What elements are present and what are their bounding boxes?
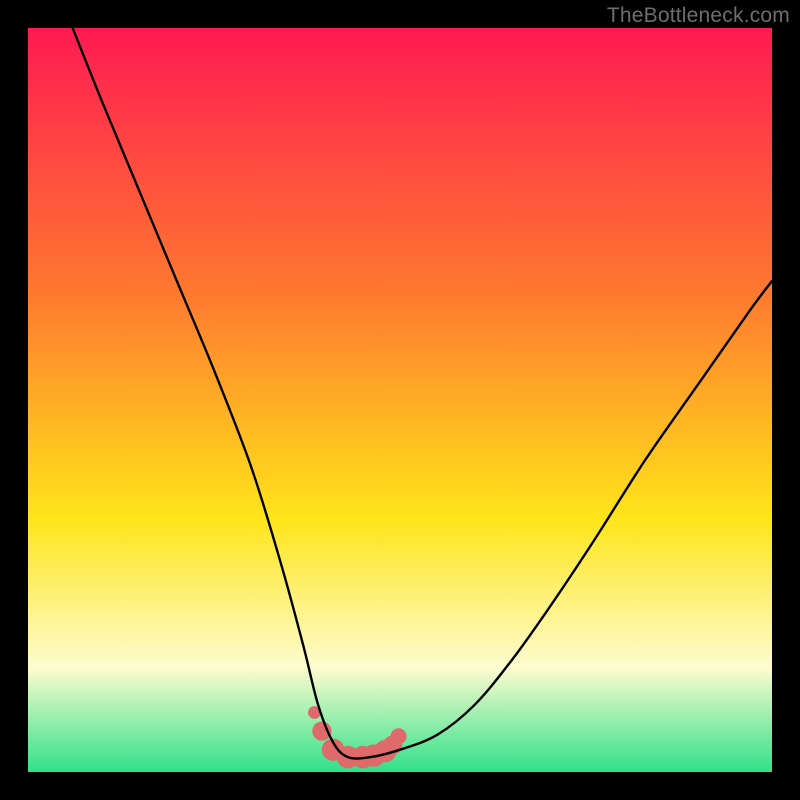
plot-area <box>28 28 772 772</box>
chart-svg <box>28 28 772 772</box>
outer-frame: TheBottleneck.com <box>0 0 800 800</box>
marker-dot <box>391 728 407 744</box>
gradient-background <box>28 28 772 772</box>
watermark-text: TheBottleneck.com <box>607 4 790 28</box>
